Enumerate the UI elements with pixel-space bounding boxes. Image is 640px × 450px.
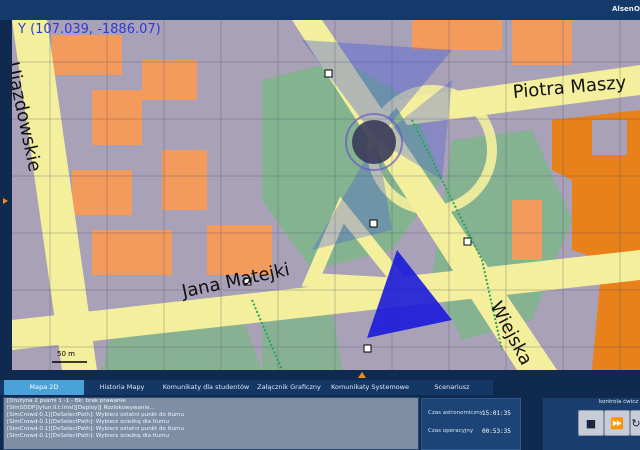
- exercise-controls: kontrola ćwicz ■ ⏩ ↻: [543, 398, 640, 450]
- map-canvas[interactable]: [12, 20, 640, 370]
- building: [162, 150, 207, 210]
- tab-bar: Mapa 2D Historia Mapy Komunikaty dla stu…: [0, 380, 493, 395]
- log-line: [SimSDDP]lyfun.ll.t.lmsl][Deploy][ Rozlo…: [7, 405, 155, 412]
- fast-forward-button[interactable]: ⏩: [604, 410, 630, 436]
- building: [72, 170, 132, 215]
- next-icon: ↻: [631, 416, 640, 430]
- stop-button[interactable]: ■: [578, 410, 604, 436]
- building: [412, 20, 502, 50]
- unit-marker-icon[interactable]: [324, 69, 333, 78]
- log-line: [SimCrowd-0.1][DeSelectPath]: Wybierz os…: [7, 412, 185, 419]
- coord-value: (107.039, -1886.07): [30, 22, 161, 37]
- side-marker-icon[interactable]: [3, 198, 8, 204]
- oper-time-label: Czas operacyjny: [428, 428, 474, 434]
- tab-komunikaty-systemowe[interactable]: Komunikaty Systemowe: [326, 380, 414, 395]
- coordinates-readout: Y (107.039, -1886.07): [18, 22, 161, 37]
- unit-marker-icon[interactable]: [369, 219, 378, 228]
- left-strip: [0, 20, 12, 370]
- log-line: [SimCrowd-0.1][DeSelectPath]: Wybierz os…: [7, 426, 185, 433]
- building: [92, 230, 172, 275]
- courtyard: [592, 120, 627, 155]
- next-button[interactable]: ↻: [630, 410, 640, 436]
- log-line: [Drużyna 2 psami 1 -1 - Bk: brak prawani…: [7, 398, 126, 404]
- unit-marker-icon[interactable]: [363, 344, 372, 353]
- panel-toggle-icon[interactable]: [358, 372, 366, 378]
- building: [92, 90, 142, 145]
- oper-time-value: 00:53:35: [482, 428, 511, 435]
- fast-forward-icon: ⏩: [610, 416, 624, 430]
- tab-mapa-2d[interactable]: Mapa 2D: [4, 380, 84, 395]
- building: [142, 60, 197, 100]
- stop-icon: ■: [585, 416, 597, 430]
- tab-komunikaty-studentow[interactable]: Komunikaty dla studentów: [160, 380, 252, 395]
- building: [52, 35, 122, 75]
- unit-marker-icon[interactable]: [463, 237, 472, 246]
- tab-zalacznik-graficzny[interactable]: Załącznik Graficzny: [254, 380, 324, 395]
- top-bar: Alsen O: [0, 0, 640, 20]
- time-panel: Czas astronomiczny 15:01:35 Czas operacy…: [421, 398, 521, 450]
- user-label[interactable]: Alsen: [612, 5, 634, 13]
- map-2d-view[interactable]: Y (107.039, -1886.07) Ujazdowskie Piotra…: [12, 20, 640, 370]
- topbar-extra[interactable]: O: [634, 5, 640, 13]
- astro-time-value: 15:01:35: [482, 410, 511, 417]
- building: [512, 200, 542, 260]
- tab-historia-mapy[interactable]: Historia Mapy: [86, 380, 158, 395]
- astro-time-label: Czas astronomiczny: [428, 410, 483, 416]
- log-line: [SimCrowd-0.1][DeSelectPath]: Wybierz śc…: [7, 419, 170, 426]
- scale-label: 50 m: [57, 350, 75, 358]
- crowd-cluster[interactable]: [352, 120, 396, 164]
- coord-marker: Y: [18, 22, 26, 37]
- log-line: [SimCrowd-0.1][DeSelectPath]: Wybierz śc…: [7, 433, 170, 440]
- tab-scenariusz[interactable]: Scenariusz: [416, 380, 488, 395]
- log-panel[interactable]: [Drużyna 2 psami 1 -1 - Bk: brak prawani…: [3, 397, 419, 450]
- controls-label: kontrola ćwicz: [599, 399, 639, 405]
